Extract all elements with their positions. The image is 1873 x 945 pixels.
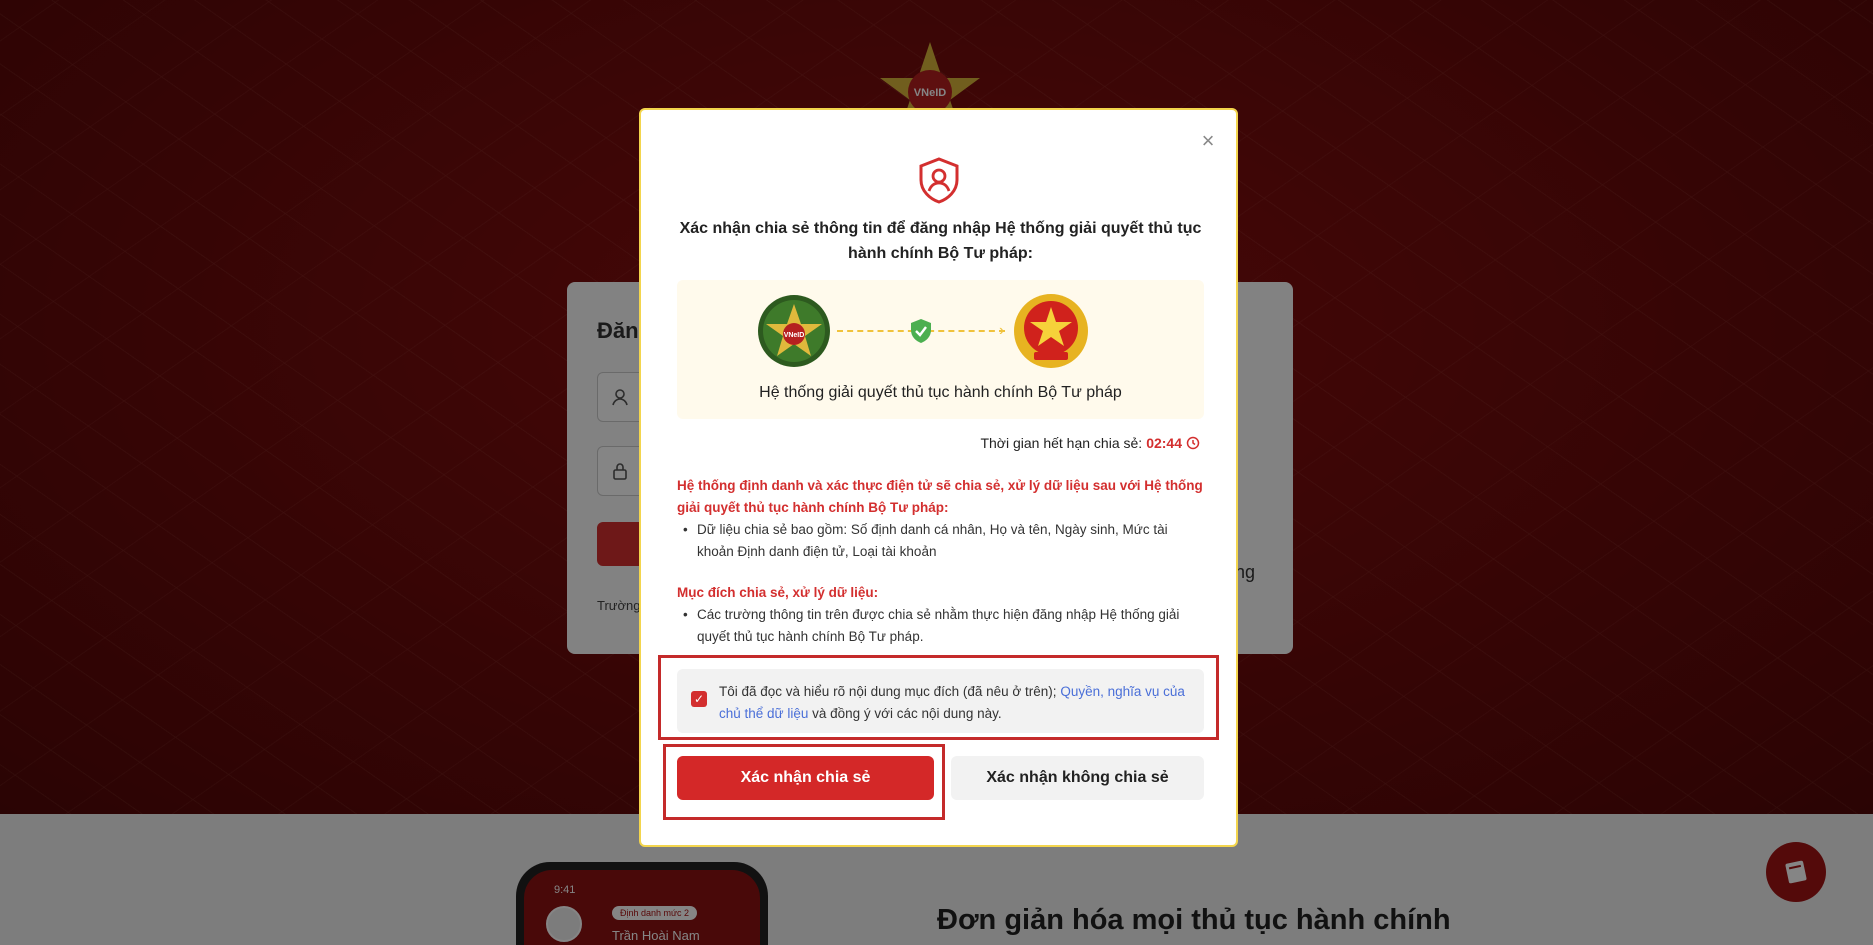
arrow-right-icon: › bbox=[999, 322, 1005, 339]
consent-highlight-frame bbox=[658, 655, 1219, 740]
data-fields-bullet: Dữ liệu chia sẻ bao gồm: Số định danh cá… bbox=[677, 519, 1204, 563]
confirm-highlight-frame bbox=[663, 744, 945, 820]
close-icon: × bbox=[1201, 128, 1215, 153]
timer-label: Thời gian hết hạn chia sẻ: bbox=[980, 435, 1143, 451]
share-consent-modal: × Xác nhận chia sẻ thông tin để đăng nhậ… bbox=[639, 108, 1238, 847]
clock-icon bbox=[1186, 436, 1200, 450]
purpose-section: Mục đích chia sẻ, xử lý dữ liệu: Các trư… bbox=[677, 582, 1204, 648]
vneid-logo-text: VNeID bbox=[784, 332, 805, 339]
national-emblem-logo bbox=[1014, 294, 1088, 368]
vneid-logo: VNeID bbox=[758, 295, 830, 367]
section-heading-purpose: Mục đích chia sẻ, xử lý dữ liệu: bbox=[677, 585, 879, 600]
close-button[interactable]: × bbox=[1196, 130, 1220, 154]
modal-title: Xác nhận chia sẻ thông tin để đăng nhập … bbox=[679, 220, 1202, 262]
expiry-timer: Thời gian hết hạn chia sẻ: 02:44 bbox=[980, 435, 1200, 451]
data-share-section: Hệ thống định danh và xác thực điện tử s… bbox=[677, 475, 1204, 563]
timer-value: 02:44 bbox=[1146, 435, 1182, 451]
decline-share-button[interactable]: Xác nhận không chia sẻ bbox=[951, 756, 1204, 800]
purpose-bullet: Các trường thông tin trên được chia sẻ n… bbox=[677, 604, 1204, 648]
share-target-name: Hệ thống giải quyết thủ tục hành chính B… bbox=[759, 384, 1122, 401]
share-flow-box: VNeID › Hệ thống giải quyết thủ tục hành… bbox=[677, 280, 1204, 419]
user-shield-icon bbox=[919, 157, 959, 204]
shield-check-icon bbox=[911, 319, 931, 343]
section-heading-data: Hệ thống định danh và xác thực điện tử s… bbox=[677, 478, 1203, 515]
